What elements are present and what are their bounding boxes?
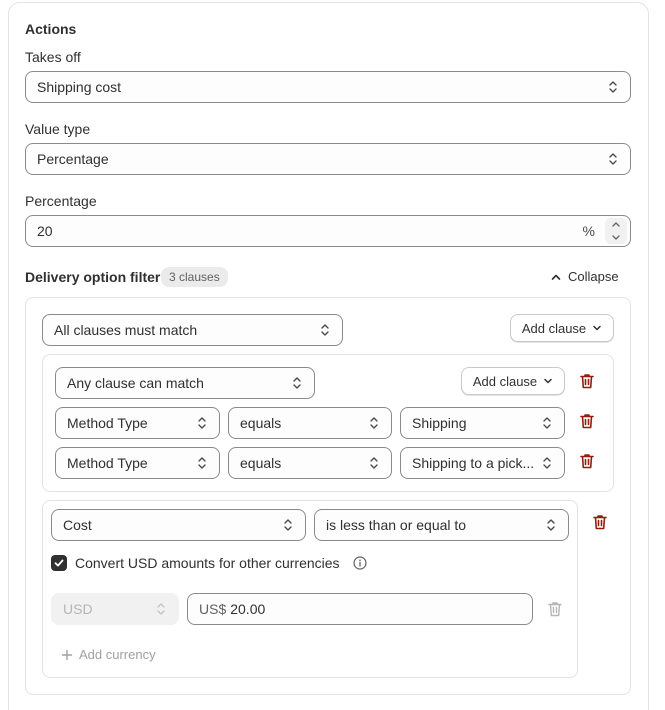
- percent-suffix: %: [582, 223, 595, 239]
- currency-value: USD: [63, 601, 93, 617]
- clause-value-select[interactable]: Shipping to a pick...: [400, 447, 565, 479]
- delete-cost-clause-button[interactable]: [593, 514, 607, 530]
- convert-label: Convert USD amounts for other currencies: [75, 555, 340, 571]
- group-add-clause-label: Add clause: [472, 373, 538, 389]
- delete-group-button[interactable]: [580, 373, 594, 389]
- select-arrows-icon: [196, 455, 208, 471]
- stepper-arrows-icon: [612, 222, 620, 240]
- delivery-filter-title: Delivery option filter: [25, 269, 161, 285]
- delete-amount-button: [548, 601, 562, 617]
- clause-field-select[interactable]: Method Type: [55, 407, 220, 439]
- amount-value: 20.00: [230, 601, 266, 617]
- cost-field-value: Cost: [63, 517, 92, 533]
- trash-icon: [580, 414, 594, 429]
- cost-operator-select[interactable]: is less than or equal to: [314, 509, 569, 541]
- checkmark-icon: [54, 559, 64, 567]
- clause-operator-value: equals: [240, 415, 282, 431]
- trash-icon: [593, 515, 607, 530]
- add-currency-button[interactable]: Add currency: [61, 647, 156, 662]
- select-arrows-icon: [545, 517, 557, 533]
- clause-value-value: Shipping to a pick...: [412, 455, 535, 471]
- clause-value-value: Shipping: [412, 415, 467, 431]
- value-type-select[interactable]: Percentage: [25, 143, 631, 175]
- clauses-badge: 3 clauses: [161, 267, 228, 287]
- chevron-down-icon: [544, 378, 552, 384]
- select-arrows-icon: [607, 151, 619, 167]
- amount-prefix: US$: [199, 601, 227, 617]
- takes-off-select[interactable]: Shipping cost: [25, 71, 631, 103]
- select-arrows-icon: [541, 455, 553, 471]
- convert-checkbox[interactable]: [51, 555, 67, 571]
- clause-operator-value: equals: [240, 455, 282, 471]
- select-arrows-icon: [368, 455, 380, 471]
- group-add-clause-button[interactable]: Add clause: [461, 367, 565, 395]
- chevron-up-icon: [551, 274, 561, 280]
- clause-value-select[interactable]: Shipping: [400, 407, 565, 439]
- takes-off-value: Shipping cost: [37, 79, 122, 95]
- takes-off-label: Takes off: [25, 49, 81, 65]
- percentage-input[interactable]: 20 %: [25, 215, 631, 247]
- collapse-button[interactable]: Collapse: [550, 269, 619, 284]
- clause-operator-select[interactable]: equals: [228, 447, 392, 479]
- group-match-mode-select[interactable]: Any clause can match: [55, 367, 315, 399]
- select-arrows-icon: [291, 375, 303, 391]
- clause-field-value: Method Type: [67, 455, 148, 471]
- clause-field-select[interactable]: Method Type: [55, 447, 220, 479]
- select-arrows-icon: [541, 415, 553, 431]
- match-mode-value: All clauses must match: [54, 322, 198, 338]
- select-arrows-icon: [368, 415, 380, 431]
- actions-heading: Actions: [25, 21, 77, 37]
- info-icon[interactable]: [353, 556, 367, 573]
- value-type-label: Value type: [25, 121, 91, 137]
- amount-input[interactable]: US$ 20.00: [187, 593, 533, 625]
- currency-select: USD: [51, 593, 179, 625]
- select-arrows-icon: [196, 415, 208, 431]
- cost-field-select[interactable]: Cost: [51, 509, 306, 541]
- select-arrows-icon: [155, 601, 167, 617]
- select-arrows-icon: [319, 322, 331, 338]
- trash-icon: [548, 602, 562, 617]
- cost-operator-value: is less than or equal to: [326, 517, 467, 533]
- collapse-label: Collapse: [568, 269, 619, 284]
- trash-icon: [580, 374, 594, 389]
- clause-operator-select[interactable]: equals: [228, 407, 392, 439]
- clause-field-value: Method Type: [67, 415, 148, 431]
- add-clause-button[interactable]: Add clause: [510, 314, 614, 342]
- add-clause-label: Add clause: [521, 320, 587, 336]
- percentage-label: Percentage: [25, 193, 97, 209]
- delete-clause-button[interactable]: [580, 453, 594, 469]
- group-match-mode-value: Any clause can match: [67, 375, 204, 391]
- add-currency-label: Add currency: [79, 647, 156, 662]
- select-arrows-icon: [607, 79, 619, 95]
- plus-icon: [61, 649, 73, 660]
- chevron-down-icon: [593, 325, 601, 331]
- delete-clause-button[interactable]: [580, 413, 594, 429]
- select-arrows-icon: [282, 517, 294, 533]
- percentage-stepper[interactable]: [605, 218, 627, 244]
- value-type-value: Percentage: [37, 151, 109, 167]
- percentage-value: 20: [37, 223, 53, 239]
- trash-icon: [580, 454, 594, 469]
- match-mode-select[interactable]: All clauses must match: [42, 314, 343, 346]
